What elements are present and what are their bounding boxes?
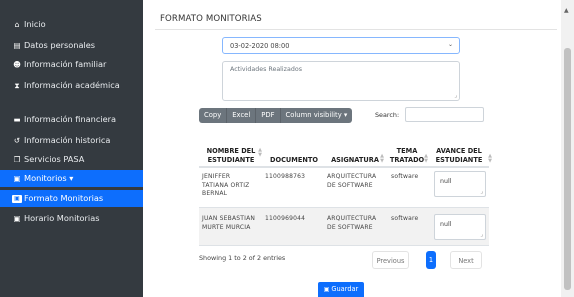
sidebar-item-datos-personales[interactable]: ▤ Datos personales [0,40,143,51]
sidebar-item-informacion-historica[interactable]: ↺ Información historica [0,135,143,146]
avance-textarea[interactable]: null ⌟ [434,171,486,197]
avance-value: null [440,178,452,185]
sidebar-item-label: Inicio [24,19,46,29]
sidebar-item-label: Formato Monitorias [24,193,104,203]
title-divider [155,29,557,30]
search-input[interactable] [405,107,484,122]
scrollbar[interactable]: ▲ [561,0,574,297]
hourglass-icon: ⧗ [14,81,20,90]
excel-button[interactable]: Excel [227,108,257,123]
column-header-nombre[interactable]: NOMBRE DEL ESTUDIANTE ▲ ▼ [199,126,263,168]
column-header-label: AVANCE DEL ESTUDIANTE [435,147,483,164]
scrollbar-thumb[interactable] [564,48,571,290]
search-label: Search: [375,111,400,119]
activities-textarea[interactable]: Actividades Realizados ⌟ [222,61,460,101]
copy-icon: ❐ [13,155,21,164]
pagination-previous[interactable]: Previous [372,251,409,269]
sidebar-item-label: Monitorios ▾ [24,173,74,183]
cell-tema: software [391,215,419,222]
export-toolbar: Copy Excel PDF Column visibility ▾ [199,108,353,123]
column-visibility-button[interactable]: Column visibility ▾ [280,108,353,123]
column-header-label: TEMA TRATADO [389,147,425,164]
cell-tema: software [391,173,419,180]
cell-nombre: JUAN SEBASTIAN MURTE MURCIA [202,215,256,231]
sort-icon: ▲ ▼ [258,147,262,158]
date-value: 03-02-2020 08:00 [230,42,290,50]
sidebar-item-label: Información financiera [24,114,117,124]
sort-icon: ▲ ▼ [424,153,428,164]
sidebar-item-informacion-financiera[interactable]: ▬ Información financiera [0,114,143,125]
sidebar-item-label: Servicios PASA [24,154,85,164]
sidebar: ⌂ Inicio ▤ Datos personales ☻ Informació… [0,0,143,297]
avance-value: null [440,221,452,228]
sidebar-item-informacion-academica[interactable]: ⧗ Información académica [0,80,120,91]
cell-documento: 1100969044 [265,215,306,222]
sidebar-item-label: Información historica [24,135,111,145]
copy-button[interactable]: Copy [199,108,228,123]
scroll-up-icon[interactable]: ▲ [564,7,569,14]
cell-documento: 1100988763 [265,173,306,180]
resize-handle-icon[interactable]: ⌟ [454,92,457,99]
history-icon: ↺ [13,136,21,145]
id-card-icon: ▤ [13,41,21,50]
card-icon: ▣ [13,214,21,223]
pdf-button[interactable]: PDF [256,108,281,123]
date-select[interactable]: 03-02-2020 08:00 ⌄ [222,37,460,54]
sidebar-item-monitorias[interactable]: ▣ Monitorios ▾ [0,170,143,187]
save-button[interactable]: ▣ Guardar [318,282,364,297]
table-info: Showing 1 to 2 of 2 entries [199,254,286,262]
money-icon: ▬ [13,115,21,124]
table-row[interactable]: JENIFFER TATIANA ORTIZ BERNAL 1100988763… [199,168,489,208]
home-icon: ⌂ [14,20,20,29]
resize-handle-icon[interactable]: ⌟ [480,231,483,238]
save-label: Guardar [331,285,359,293]
users-icon: ☻ [13,60,21,69]
sidebar-item-label: Horario Monitorias [24,213,100,223]
cell-asignatura: ARQUITECTURA DE SOFTWARE [327,173,377,189]
caret-icon: ⌄ [447,41,453,48]
table-header: NOMBRE DEL ESTUDIANTE ▲ ▼ DOCUMENTO ASIGN… [199,126,492,168]
pagination-next[interactable]: Next [450,251,482,269]
column-header-label: NOMBRE DEL ESTUDIANTE [206,147,256,164]
column-header-label: ASIGNATURA [331,155,379,164]
table-row[interactable]: JUAN SEBASTIAN MURTE MURCIA 1100969044 A… [199,208,489,246]
pagination-page-1[interactable]: 1 [426,251,436,269]
column-header-tema[interactable]: TEMA TRATADO ▲ ▼ [385,126,429,168]
sidebar-item-label: Información académica [24,80,120,90]
page-title: FORMATO MONITORIAS [160,14,262,24]
save-icon: ▣ [323,286,330,293]
sidebar-item-servicios-pasa[interactable]: ❐ Servicios PASA [0,154,143,165]
sidebar-item-label: Datos personales [24,40,96,50]
cell-asignatura: ARQUITECTURA DE SOFTWARE [327,215,377,231]
card-icon: ▣ [13,174,21,183]
sort-icon: ▲ ▼ [380,153,384,164]
column-header-label: DOCUMENTO [270,155,318,164]
sort-icon: ▲ ▼ [488,153,492,164]
main-panel: FORMATO MONITORIAS 03-02-2020 08:00 ⌄ Ac… [143,0,561,297]
column-header-documento[interactable]: DOCUMENTO [263,126,325,168]
sidebar-item-inicio[interactable]: ⌂ Inicio [0,19,143,30]
resize-handle-icon[interactable]: ⌟ [480,188,483,195]
card-icon: ▣ [12,194,22,203]
sidebar-item-informacion-familiar[interactable]: ☻ Información familiar [0,59,143,70]
avance-textarea[interactable]: null ⌟ [434,214,486,240]
sidebar-item-label: Información familiar [24,59,107,69]
monitorias-table: NOMBRE DEL ESTUDIANTE ▲ ▼ DOCUMENTO ASIGN… [199,126,492,246]
sidebar-item-horario-monitorias[interactable]: ▣ Horario Monitorias [0,213,143,224]
column-header-avance[interactable]: AVANCE DEL ESTUDIANTE ▲ ▼ [429,126,492,168]
sidebar-item-formato-monitorias[interactable]: ▣ Formato Monitorias [0,190,143,207]
cell-nombre: JENIFFER TATIANA ORTIZ BERNAL [202,173,250,197]
activities-placeholder: Actividades Realizados [230,66,302,73]
column-header-asignatura[interactable]: ASIGNATURA ▲ ▼ [325,126,385,168]
